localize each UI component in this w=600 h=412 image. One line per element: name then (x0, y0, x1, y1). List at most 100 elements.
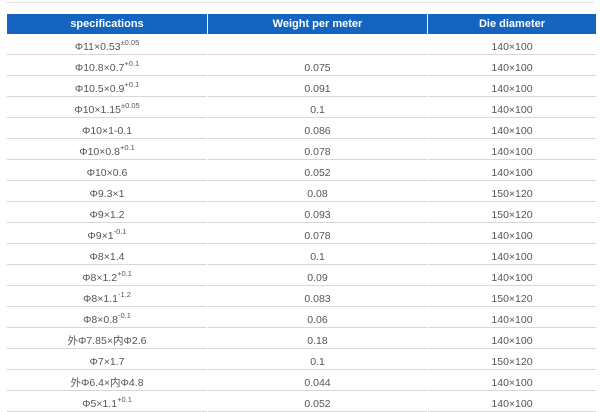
tolerance-superscript: -0.1 (113, 226, 127, 236)
cell-weight-per-meter: 0.08 (208, 181, 427, 202)
specification-text: Φ11×0.53 (74, 41, 121, 53)
cell-specification: Φ8×1.4 (7, 244, 207, 265)
table-row: Φ10×1.15±0.05 0.1 140×100 (7, 97, 596, 118)
cell-die-diameter: 140×100 (428, 391, 596, 412)
table-row: Φ7×1.7 0.1 150×120 (7, 349, 596, 370)
cell-weight-per-meter: 0.044 (208, 370, 427, 391)
tolerance-superscript: -1.2 (118, 289, 131, 299)
cell-die-diameter: 140×100 (428, 55, 596, 76)
specification-text: Φ10×0.6 (86, 167, 128, 179)
table-row: Φ10.8×0.7+0.1 0.075 140×100 (7, 55, 596, 76)
tolerance-superscript: -0.1 (118, 310, 131, 320)
table-row: Φ10×0.8+0.1 0.078 140×100 (7, 139, 596, 160)
tolerance-superscript: ±0.05 (120, 37, 140, 47)
specification-text: Φ10.8×0.7 (74, 62, 125, 74)
specification-text: Φ8×1.1 (83, 293, 118, 305)
cell-die-diameter: 140×100 (428, 307, 596, 328)
tolerance-superscript: +0.1 (117, 394, 132, 404)
cell-specification: Φ9×1.2 (7, 202, 207, 223)
specification-text: Φ8×1.4 (89, 251, 125, 263)
cell-die-diameter: 140×100 (428, 139, 596, 160)
tolerance-superscript: +0.1 (124, 79, 140, 89)
specification-text: Φ10×0.8 (79, 146, 120, 158)
cell-weight-per-meter (208, 34, 427, 55)
cell-specification: Φ11×0.53±0.05 (7, 34, 207, 55)
specifications-table: specifications Weight per meter Die diam… (6, 14, 597, 412)
cell-specification: Φ10×0.6 (7, 160, 207, 181)
specification-text: Φ9×1 (87, 230, 114, 242)
cell-weight-per-meter: 0.06 (208, 307, 427, 328)
top-divider (6, 2, 594, 3)
cell-die-diameter: 140×100 (428, 265, 596, 286)
specification-text: 外Φ7.85×内Φ2.6 (67, 335, 147, 347)
cell-weight-per-meter: 0.083 (208, 286, 427, 307)
cell-die-diameter: 140×100 (428, 76, 596, 97)
cell-specification: 外Φ7.85×内Φ2.6 (7, 328, 207, 349)
cell-specification: Φ8×0.8-0.1 (7, 307, 207, 328)
cell-weight-per-meter: 0.086 (208, 118, 427, 139)
tolerance-superscript: +0.1 (124, 58, 140, 68)
specification-text: Φ9×1.2 (89, 209, 125, 221)
cell-specification: Φ9×1-0.1 (7, 223, 207, 244)
table-row: 外Φ7.85×内Φ2.6 0.18 140×100 (7, 328, 596, 349)
cell-die-diameter: 150×120 (428, 286, 596, 307)
cell-specification: Φ10.8×0.7+0.1 (7, 55, 207, 76)
tolerance-superscript: ±0.05 (120, 100, 140, 110)
cell-die-diameter: 150×120 (428, 349, 596, 370)
table-row: Φ8×1.2+0.1 0.09 140×100 (7, 265, 596, 286)
cell-weight-per-meter: 0.1 (208, 349, 427, 370)
cell-specification: 外Φ6.4×内Φ4.8 (7, 370, 207, 391)
cell-weight-per-meter: 0.091 (208, 76, 427, 97)
table-row: Φ9×1-0.1 0.078 140×100 (7, 223, 596, 244)
table-row: Φ8×0.8-0.1 0.06 140×100 (7, 307, 596, 328)
table-row: Φ10.5×0.9+0.1 0.091 140×100 (7, 76, 596, 97)
cell-die-diameter: 140×100 (428, 34, 596, 55)
cell-weight-per-meter: 0.18 (208, 328, 427, 349)
cell-specification: Φ10×1-0.1 (7, 118, 207, 139)
table-body: Φ11×0.53±0.05 140×100 Φ10.8×0.7+0.1 0.075 14… (7, 34, 596, 412)
cell-die-diameter: 140×100 (428, 160, 596, 181)
table-row: Φ8×1.4 0.1 140×100 (7, 244, 596, 265)
cell-weight-per-meter: 0.09 (208, 265, 427, 286)
cell-specification: Φ10×1.15±0.05 (7, 97, 207, 118)
cell-die-diameter: 150×120 (428, 202, 596, 223)
table-row: Φ9×1.2 0.093 150×120 (7, 202, 596, 223)
cell-die-diameter: 140×100 (428, 328, 596, 349)
cell-die-diameter: 140×100 (428, 97, 596, 118)
cell-die-diameter: 140×100 (428, 370, 596, 391)
table-row: Φ5×1.1+0.1 0.052 140×100 (7, 391, 596, 412)
specification-text: Φ10×1.15 (74, 104, 121, 116)
cell-weight-per-meter: 0.075 (208, 55, 427, 76)
cell-specification: Φ9.3×1 (7, 181, 207, 202)
cell-weight-per-meter: 0.093 (208, 202, 427, 223)
cell-specification: Φ10×0.8+0.1 (7, 139, 207, 160)
cell-weight-per-meter: 0.1 (208, 97, 427, 118)
table-header-row: specifications Weight per meter Die diam… (7, 14, 596, 34)
cell-die-diameter: 140×100 (428, 118, 596, 139)
cell-weight-per-meter: 0.078 (208, 139, 427, 160)
tolerance-superscript: +0.1 (117, 268, 132, 278)
cell-specification: Φ5×1.1+0.1 (7, 391, 207, 412)
table-row: Φ11×0.53±0.05 140×100 (7, 34, 596, 55)
specification-text: Φ8×1.2 (82, 272, 118, 284)
cell-specification: Φ7×1.7 (7, 349, 207, 370)
cell-specification: Φ8×1.2+0.1 (7, 265, 207, 286)
cell-weight-per-meter: 0.052 (208, 160, 427, 181)
cell-weight-per-meter: 0.078 (208, 223, 427, 244)
cell-die-diameter: 140×100 (428, 223, 596, 244)
column-header-die-diameter: Die diameter (428, 14, 596, 34)
cell-specification: Φ8×1.1-1.2 (7, 286, 207, 307)
table-row: 外Φ6.4×内Φ4.8 0.044 140×100 (7, 370, 596, 391)
specification-text: Φ9.3×1 (89, 188, 125, 200)
page: specifications Weight per meter Die diam… (0, 0, 600, 412)
cell-weight-per-meter: 0.1 (208, 244, 427, 265)
specification-text: Φ10.5×0.9 (74, 83, 125, 95)
specification-text: Φ10×1-0.1 (81, 125, 133, 137)
specification-text: Φ7×1.7 (89, 356, 125, 368)
table-row: Φ8×1.1-1.2 0.083 150×120 (7, 286, 596, 307)
column-header-weight-per-meter: Weight per meter (208, 14, 427, 34)
cell-die-diameter: 140×100 (428, 244, 596, 265)
cell-specification: Φ10.5×0.9+0.1 (7, 76, 207, 97)
tolerance-superscript: +0.1 (119, 142, 135, 152)
specification-text: Φ8×0.8 (83, 314, 118, 326)
